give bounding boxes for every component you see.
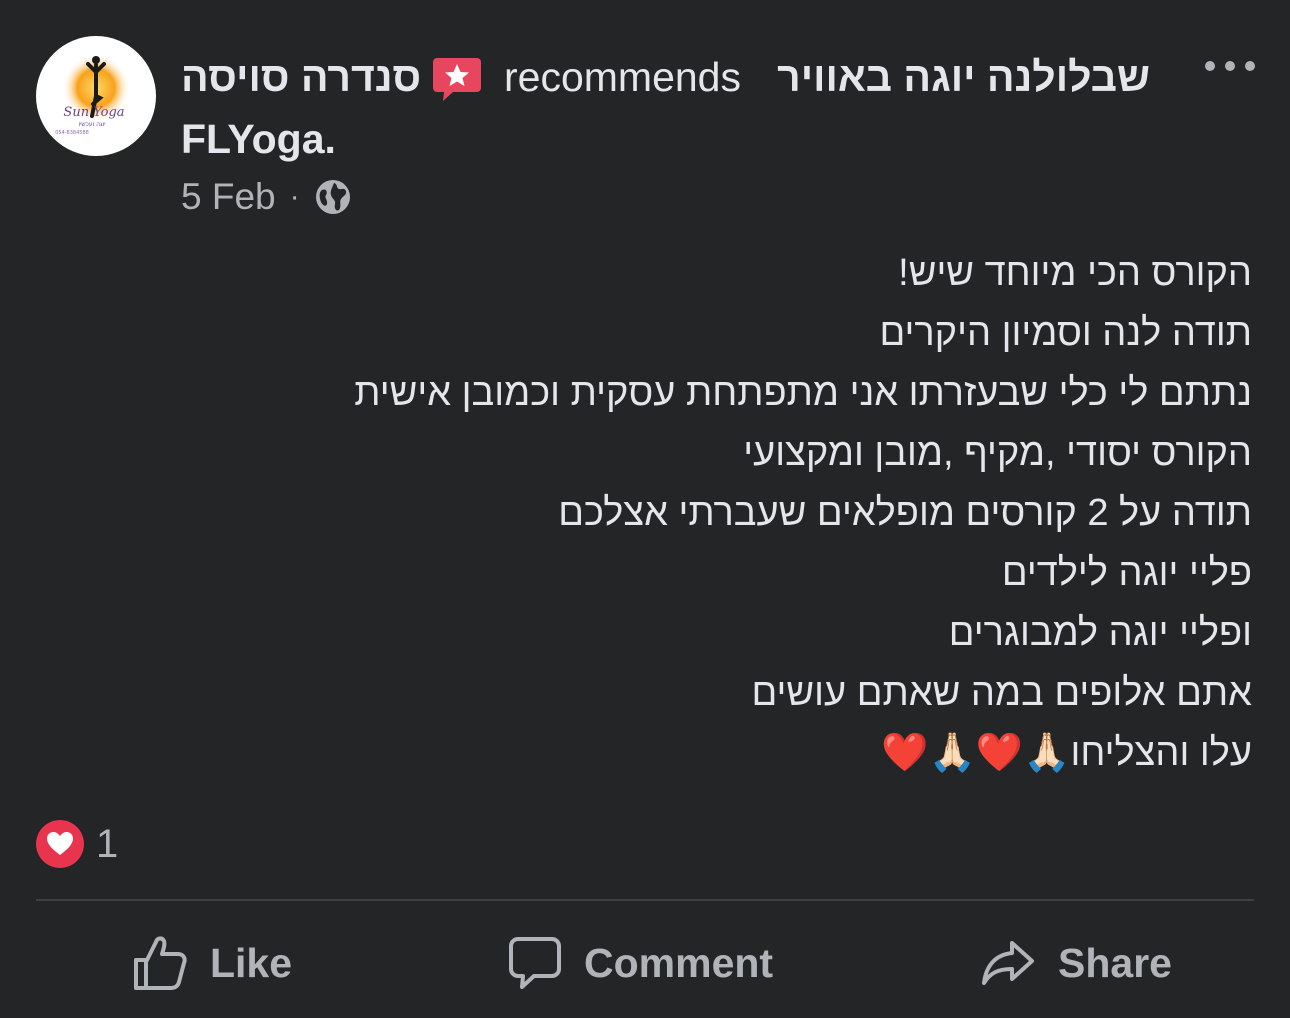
post-card: Sun Yoga יוגה ועכשיו 054-8384588 סנדרה ס… xyxy=(0,0,1290,1018)
post-body-line: עלו והצליחו🙏🏻❤️🙏🏻❤️ xyxy=(881,732,1252,774)
page-name-link[interactable]: שבלולנה יוגה באוויר xyxy=(777,52,1150,102)
post-body-line: נתתם לי כלי שבעזרתו אני מתפתחת עסקית וכמ… xyxy=(354,372,1252,414)
recommend-badge-icon xyxy=(431,54,483,104)
like-button[interactable]: Like xyxy=(132,930,292,996)
reactions-summary[interactable]: 1 xyxy=(36,818,118,870)
comment-label: Comment xyxy=(584,939,774,986)
post-body: הקורס הכי מיוחד שיש! תודה לנה וסמיון היק… xyxy=(252,243,1252,783)
logo-subtitle-text: יוגה ועכשיו xyxy=(78,121,105,128)
logo-brand-text: Sun Yoga xyxy=(63,105,124,120)
post-body-line: פליי יוגה לילדים xyxy=(1001,552,1252,594)
recommends-text: recommends xyxy=(504,54,741,100)
post-meta: 5 Feb · xyxy=(181,174,352,220)
post-body-line: אתם אלופים במה שאתם עושים xyxy=(751,672,1252,714)
post-date[interactable]: 5 Feb xyxy=(181,174,276,220)
share-label: Share xyxy=(1058,939,1172,986)
divider xyxy=(36,899,1254,901)
post-body-line: תודה על 2 קורסים מופלאים שעברתי אצלכם xyxy=(558,492,1252,534)
sun-yoga-logo-icon: Sun Yoga יוגה ועכשיו 054-8384588 xyxy=(55,54,130,136)
logo-phone-text: 054-8384588 xyxy=(55,130,89,136)
comment-bubble-icon xyxy=(509,937,561,989)
author-name-link[interactable]: סנדרה סויסה xyxy=(181,52,421,102)
more-dots-icon xyxy=(1205,61,1255,71)
post-body-line: הקורס יסודי ,מקיף ,מובן ומקצועי xyxy=(743,432,1252,474)
comment-button[interactable]: Comment xyxy=(508,930,773,996)
post-header: סנדרה סויסה recommends שבלולנה יוגה באוו… xyxy=(181,52,1161,102)
globe-icon[interactable] xyxy=(314,178,352,216)
share-button[interactable]: Share xyxy=(980,930,1172,996)
reaction-count: 1 xyxy=(96,821,119,866)
post-body-line: ופליי יוגה למבוגרים xyxy=(948,612,1252,654)
meta-separator: · xyxy=(289,180,300,213)
post-body-line: הקורס הכי מיוחד שיש! xyxy=(898,252,1252,294)
page-name-continuation[interactable]: FLYoga. xyxy=(181,114,336,164)
love-reaction-icon xyxy=(36,820,84,868)
post-body-line: תודה לנה וסמיון היקרים xyxy=(879,312,1252,354)
like-label: Like xyxy=(210,939,293,986)
more-options-button[interactable] xyxy=(1198,48,1262,84)
page-avatar[interactable]: Sun Yoga יוגה ועכשיו 054-8384588 xyxy=(36,36,156,156)
share-arrow-icon xyxy=(982,941,1034,985)
thumbs-up-icon xyxy=(134,936,187,990)
